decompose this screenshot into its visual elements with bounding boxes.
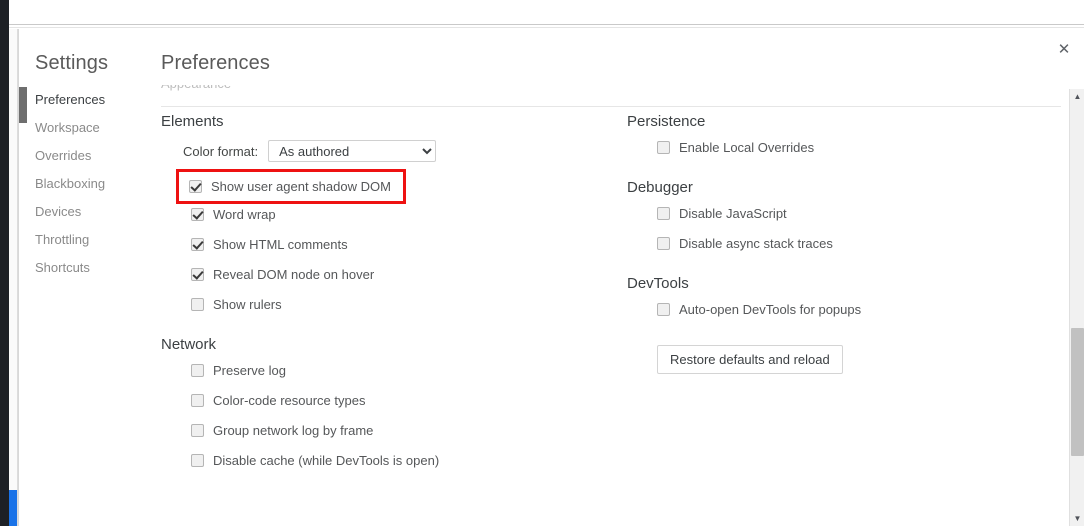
settings-columns: Elements Color format: As authoredHEX: #da…: [141, 113, 1071, 526]
color-format-label: Color format:: [183, 144, 258, 159]
page-scrollbar[interactable]: [9, 29, 18, 526]
checkbox-label: Reveal DOM node on hover: [213, 267, 374, 282]
sidebar-item-shortcuts[interactable]: Shortcuts: [19, 254, 141, 282]
settings-scrollbar[interactable]: ▲ ▼: [1069, 89, 1084, 526]
scroll-down-arrow-icon[interactable]: ▼: [1070, 511, 1084, 526]
checkbox-label: Disable JavaScript: [679, 206, 787, 221]
settings-group-elements: Elements Color format: As authoredHEX: #da…: [161, 113, 591, 312]
checkbox-row-enable-local-overrides[interactable]: Enable Local Overrides: [657, 140, 1057, 155]
checkbox-row-show-user-agent-shadow-dom[interactable]: Show user agent shadow DOM: [179, 172, 403, 201]
sidebar-item-throttling[interactable]: Throttling: [19, 226, 141, 254]
checkbox-checked-icon[interactable]: [189, 180, 202, 193]
checkbox-unchecked-icon[interactable]: [191, 394, 204, 407]
sidebar-item-label: Shortcuts: [35, 260, 90, 275]
sidebar-item-label: Devices: [35, 204, 81, 219]
content-divider: [161, 106, 1061, 107]
restore-defaults-row: Restore defaults and reload: [657, 345, 1057, 374]
group-title: Network: [161, 336, 591, 353]
checkbox-label: Auto-open DevTools for popups: [679, 302, 861, 317]
color-format-row: Color format: As authoredHEX: #dac0deRGB:…: [183, 140, 591, 162]
group-title: Elements: [161, 113, 591, 130]
sidebar-title: Settings: [35, 52, 108, 75]
toolbar-left-edge: [0, 0, 9, 26]
sidebar-item-overrides[interactable]: Overrides: [19, 142, 141, 170]
page-scrollbar-thumb[interactable]: [9, 490, 17, 526]
checkbox-row-preserve-log[interactable]: Preserve log: [191, 363, 591, 378]
settings-group-debugger: Debugger Disable JavaScript Disable async …: [627, 179, 1057, 251]
checkbox-unchecked-icon[interactable]: [191, 454, 204, 467]
checkbox-unchecked-icon[interactable]: [191, 364, 204, 377]
settings-content: Preferences Appearance Elements Color for…: [141, 29, 1071, 526]
restore-defaults-button[interactable]: Restore defaults and reload: [657, 345, 843, 374]
checkbox-label: Enable Local Overrides: [679, 140, 814, 155]
scrolled-off-label: Appearance: [161, 85, 231, 91]
checkbox-unchecked-icon[interactable]: [657, 237, 670, 250]
toolbar-divider-shadow: [9, 27, 1084, 28]
checkbox-label: Group network log by frame: [213, 423, 373, 438]
checkbox-row-auto-open-devtools-for-popups[interactable]: Auto-open DevTools for popups: [657, 302, 1057, 317]
checkbox-unchecked-icon[interactable]: [191, 424, 204, 437]
checkbox-row-disable-cache-while-devtools-is-open[interactable]: Disable cache (while DevTools is open): [191, 453, 591, 468]
scroll-up-arrow-icon[interactable]: ▲: [1070, 89, 1084, 104]
checkbox-checked-icon[interactable]: [191, 268, 204, 281]
sidebar-item-label: Overrides: [35, 148, 91, 163]
group-title: Persistence: [627, 113, 1057, 130]
settings-sidebar: Settings Preferences Workspace Overrides Bl…: [19, 29, 141, 526]
checkbox-label: Preserve log: [213, 363, 286, 378]
checkbox-row-show-html-comments[interactable]: Show HTML comments: [191, 237, 591, 252]
browser-toolbar-area: [0, 0, 1084, 26]
checkbox-unchecked-icon[interactable]: [657, 141, 670, 154]
page-root: ✕ Settings PreferencesWorkspaceOverrides…: [0, 0, 1084, 526]
checkbox-label: Show rulers: [213, 297, 282, 312]
scrolled-off-content: Appearance: [161, 85, 451, 97]
checkbox-row-disable-async-stack-traces[interactable]: Disable async stack traces: [657, 236, 1057, 251]
toolbar-divider: [9, 24, 1084, 25]
sidebar-item-devices[interactable]: Devices: [19, 198, 141, 226]
checkbox-unchecked-icon[interactable]: [657, 207, 670, 220]
sidebar-item-list: Preferences Workspace Overrides Blackboxing…: [19, 86, 141, 282]
checkbox-row-show-rulers[interactable]: Show rulers: [191, 297, 591, 312]
sidebar-item-blackboxing[interactable]: Blackboxing: [19, 170, 141, 198]
group-title: DevTools: [627, 275, 1057, 292]
settings-group-persistence: Persistence Enable Local Overrides: [627, 113, 1057, 155]
checkbox-label: Word wrap: [213, 207, 276, 222]
sidebar-item-preferences[interactable]: Preferences: [19, 86, 141, 114]
settings-column-left: Elements Color format: As authoredHEX: #da…: [161, 113, 591, 483]
checkbox-label: Disable async stack traces: [679, 236, 833, 251]
page-title: Preferences: [161, 52, 270, 75]
group-title: Debugger: [627, 179, 1057, 196]
checkbox-label: Disable cache (while DevTools is open): [213, 453, 439, 468]
checkbox-row-disable-javascript[interactable]: Disable JavaScript: [657, 206, 1057, 221]
sidebar-item-label: Throttling: [35, 232, 89, 247]
sidebar-scrollbar-thumb[interactable]: [19, 87, 27, 123]
checkbox-label: Show HTML comments: [213, 237, 348, 252]
settings-column-right: Persistence Enable Local Overrides Debugge…: [627, 113, 1057, 380]
checkbox-unchecked-icon[interactable]: [657, 303, 670, 316]
settings-group-devtools: DevTools Auto-open DevTools for popups Res…: [627, 275, 1057, 374]
checkbox-row-word-wrap[interactable]: Word wrap: [191, 207, 591, 222]
checkbox-label: Color-code resource types: [213, 393, 365, 408]
checkbox-row-color-code-resource-types[interactable]: Color-code resource types: [191, 393, 591, 408]
browser-window-edge: [0, 0, 9, 526]
checkbox-checked-icon[interactable]: [191, 238, 204, 251]
sidebar-item-label: Blackboxing: [35, 176, 105, 191]
settings-group-network: Network Preserve log Color-code resource t…: [161, 336, 591, 468]
color-format-select[interactable]: As authoredHEX: #dac0deRGB: rgb(128 255 …: [268, 140, 436, 162]
checkbox-checked-icon[interactable]: [191, 208, 204, 221]
checkbox-label: Show user agent shadow DOM: [211, 179, 391, 194]
checkbox-row-group-network-log-by-frame[interactable]: Group network log by frame: [191, 423, 591, 438]
sidebar-item-label: Workspace: [35, 120, 100, 135]
checkbox-row-reveal-dom-node-on-hover[interactable]: Reveal DOM node on hover: [191, 267, 591, 282]
settings-scrollbar-thumb[interactable]: [1071, 328, 1084, 456]
sidebar-item-label: Preferences: [35, 92, 105, 107]
settings-dialog: ✕ Settings PreferencesWorkspaceOverrides…: [18, 29, 1084, 526]
sidebar-item-workspace[interactable]: Workspace: [19, 114, 141, 142]
checkbox-unchecked-icon[interactable]: [191, 298, 204, 311]
